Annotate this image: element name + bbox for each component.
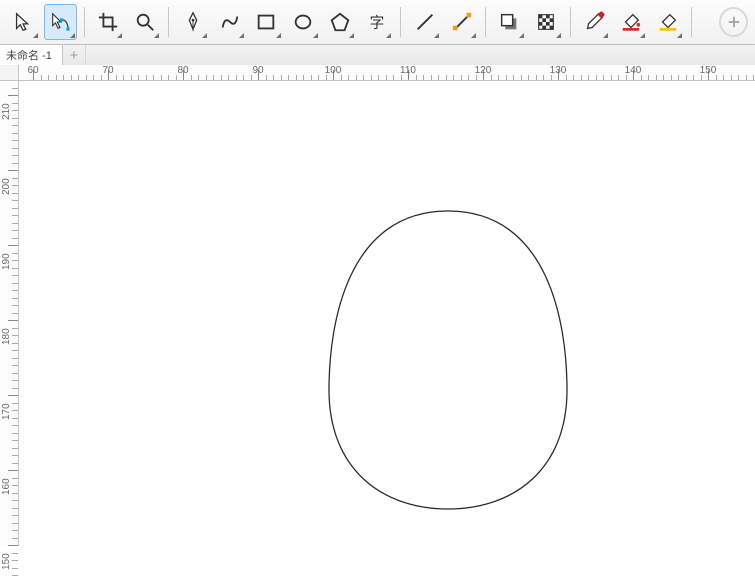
ruler-vertical[interactable]: 150160170180190200210 — [0, 80, 19, 546]
polygon-tool[interactable] — [324, 4, 357, 40]
canvas[interactable] — [18, 80, 755, 546]
shadow-icon — [498, 11, 520, 33]
zoom-icon — [134, 11, 156, 33]
line-icon — [414, 11, 436, 33]
ruler-h-label: 70 — [102, 65, 113, 76]
egg-shape[interactable] — [328, 210, 568, 510]
fill-tool[interactable] — [614, 4, 647, 40]
document-tabbar: 未命名 -1 + — [0, 45, 755, 66]
connector-icon — [451, 11, 473, 33]
ellipse-tool[interactable] — [287, 4, 320, 40]
pen-icon — [182, 11, 204, 33]
transparency-tool[interactable] — [530, 4, 563, 40]
ruler-h-label: 110 — [400, 65, 416, 76]
ruler-v-label: 210 — [1, 103, 12, 120]
plus-icon — [726, 14, 742, 30]
ruler-v-label: 160 — [1, 478, 12, 495]
shadow-tool[interactable] — [493, 4, 526, 40]
freehand-tool[interactable] — [213, 4, 246, 40]
pointer-icon — [12, 11, 34, 33]
ruler-horizontal[interactable]: 60 70 80 90 100 110 120 130 140 150 — [18, 65, 755, 81]
rectangle-icon — [255, 11, 277, 33]
new-tab-button[interactable]: + — [63, 45, 86, 65]
ruler-v-label: 190 — [1, 253, 12, 270]
add-tool-button[interactable] — [719, 7, 748, 37]
connector-tool[interactable] — [445, 4, 478, 40]
crop-tool[interactable] — [92, 4, 125, 40]
workspace: 60 70 80 90 100 110 120 130 140 150 150 160 170 180 1… — [0, 65, 755, 546]
freehand-icon — [219, 11, 241, 33]
ruler-origin[interactable] — [0, 65, 19, 81]
pointer-tool[interactable] — [7, 4, 40, 40]
polygon-icon — [329, 11, 351, 33]
ruler-h-label: 140 — [625, 65, 642, 76]
ruler-v-label: 180 — [1, 328, 12, 345]
ruler-h-label: 60 — [27, 65, 38, 76]
transparency-icon — [535, 11, 557, 33]
svg-text:字: 字 — [370, 15, 385, 32]
ruler-v-label: 170 — [1, 403, 12, 420]
color-picker-tool[interactable] — [578, 4, 611, 40]
ruler-h-label: 120 — [475, 65, 492, 76]
rectangle-tool[interactable] — [250, 4, 283, 40]
line-tool[interactable] — [408, 4, 441, 40]
document-tab[interactable]: 未命名 -1 — [0, 45, 63, 65]
node-edit-tool[interactable] — [44, 4, 77, 40]
ellipse-icon — [292, 11, 314, 33]
ruler-h-label: 130 — [550, 65, 567, 76]
erase-icon — [657, 11, 679, 33]
text-tool[interactable]: 字 — [360, 4, 393, 40]
bucket-icon — [620, 11, 642, 33]
text-icon: 字 — [366, 11, 388, 33]
ruler-h-label: 90 — [252, 65, 263, 76]
ruler-h-label: 80 — [177, 65, 188, 76]
node-edit-icon — [49, 11, 71, 33]
ruler-h-label: 100 — [325, 65, 342, 76]
main-toolbar: 字 — [0, 0, 755, 45]
ruler-v-label: 150 — [1, 553, 12, 570]
crop-icon — [97, 11, 119, 33]
document-tab-label: 未命名 -1 — [6, 47, 52, 63]
erase-tool[interactable] — [651, 4, 684, 40]
pen-tool[interactable] — [176, 4, 209, 40]
dropper-icon — [583, 11, 605, 33]
plus-icon: + — [69, 48, 78, 63]
zoom-tool[interactable] — [128, 4, 161, 40]
ruler-v-label: 200 — [1, 178, 12, 195]
ruler-h-label: 150 — [700, 65, 717, 76]
